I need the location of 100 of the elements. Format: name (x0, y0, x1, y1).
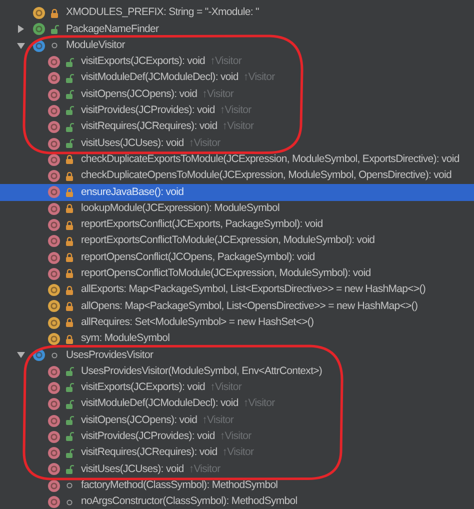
item-label: allOpens: Map<PackageSymbol, List<OpensDirective>> = new HashMap<>() (81, 298, 418, 314)
tree-item[interactable]: ModuleVisitor (0, 38, 474, 54)
item-label: visitModuleDef(JCModuleDecl): void (81, 396, 238, 412)
item-label: visitOpens(JCOpens): void (81, 86, 198, 102)
tree-item[interactable]: reportOpensConflict(JCOpens, PackageSymbol): void (0, 249, 474, 266)
unlocked-icon (66, 432, 74, 442)
item-label: visitExports(JCExports): void (81, 54, 206, 70)
unlocked-icon (66, 383, 74, 392)
unlocked-icon (66, 400, 74, 409)
item-label: UsesProvidesVisitor(ModuleSymbol, Env<AttrContext>) (81, 364, 322, 379)
lock-icon (66, 220, 73, 230)
lock-icon (66, 302, 73, 311)
method-icon (48, 186, 60, 198)
unlocked-icon (66, 74, 74, 83)
unlocked-icon (66, 106, 74, 116)
item-label: factoryMethod(ClassSymbol): MethodSymbol (81, 478, 278, 493)
item-label: visitUses(JCUses): void (81, 136, 184, 151)
lock-icon (66, 236, 73, 246)
field-icon (48, 333, 60, 346)
item-label: PackageNameFinder (66, 22, 159, 37)
method-icon (48, 138, 60, 150)
item-label: lookupModule(JCExpression): ModuleSymbol (81, 200, 280, 216)
item-label: allRequires: Set<ModuleSymbol> = new HashSet<>() (81, 314, 314, 330)
unlocked-icon (66, 464, 74, 474)
method-icon (48, 202, 60, 215)
method-icon (48, 252, 60, 264)
tree-item[interactable]: factoryMethod(ClassSymbol): MethodSymbol (0, 478, 474, 494)
unlocked-icon (50, 24, 58, 34)
method-icon (48, 398, 60, 410)
tree-item[interactable]: allExports: Map<PackageSymbol, List<ExportsDirective>> = new HashMap<>() (0, 282, 474, 298)
field-icon (48, 284, 60, 296)
item-label: visitRequires(JCRequires): void (81, 119, 218, 134)
item-label: visitProvides(JCProvides): void (81, 428, 215, 444)
dot-icon (51, 42, 58, 50)
tree-item[interactable]: sym: ModuleSymbol (0, 330, 474, 348)
tree-item[interactable]: checkDuplicateOpensToModule(JCExpression, ModuleSymbol, OpensDirective): void (0, 168, 474, 184)
interface-icon (33, 23, 45, 36)
class-icon (33, 349, 45, 362)
dot-icon (66, 482, 73, 490)
item-label: reportExportsConflictToModule(JCExpression, ModuleSymbol): void (81, 233, 375, 248)
lock-icon (66, 172, 73, 181)
dot-icon (51, 352, 58, 359)
unlocked-icon (66, 367, 74, 376)
method-icon (48, 104, 60, 117)
class-icon (33, 40, 45, 52)
method-icon (48, 154, 60, 166)
method-icon (48, 480, 60, 492)
item-label: visitUses(JCUses): void (81, 462, 184, 477)
tree-item[interactable]: allOpens: Map<PackageSymbol, List<OpensDirective>> = new HashMap<>() (0, 298, 474, 315)
method-icon (48, 496, 60, 508)
lock-icon (51, 8, 58, 18)
item-label: ModuleVisitor (66, 38, 125, 53)
lock-icon (66, 253, 73, 262)
tree-item[interactable]: noArgsConstructor(ClassSymbol): MethodSymbol (0, 494, 474, 509)
item-label: noArgsConstructor(ClassSymbol): MethodSymbol (81, 494, 298, 509)
lock-icon (66, 155, 73, 164)
tree-item[interactable]: UsesProvidesVisitor(ModuleSymbol, Env<AttrContext>) (0, 364, 474, 380)
lock-icon (66, 286, 73, 295)
method-icon (48, 72, 60, 84)
tree-item[interactable]: reportOpensConflictToModule(JCExpression, ModuleSymbol): void (0, 266, 474, 282)
expanded-arrow-icon[interactable] (17, 351, 25, 360)
method-icon (48, 414, 60, 427)
lock-icon (66, 334, 73, 344)
tree-item[interactable]: PackageNameFinder (0, 21, 474, 38)
collapsed-arrow-icon[interactable] (17, 25, 25, 34)
item-label: sym: ModuleSymbol (81, 331, 170, 346)
lock-icon (66, 204, 73, 214)
tree-item[interactable]: ensureJavaBase(): void (0, 184, 474, 201)
method-icon (48, 235, 60, 248)
method-icon (48, 366, 60, 378)
item-label: reportOpensConflictToModule(JCExpression, ModuleSymbol): void (81, 266, 371, 282)
expanded-arrow-icon[interactable] (17, 42, 25, 50)
item-label: visitModuleDef(JCModuleDecl): void (81, 70, 238, 86)
method-icon (48, 88, 60, 101)
tree-item[interactable]: XMODULES_PREFIX: String = "-Xmodule: " (0, 5, 474, 22)
tree-item[interactable]: allRequires: Set<ModuleSymbol> = new HashSet<>() (0, 314, 474, 331)
tree-item[interactable]: lookupModule(JCExpression): ModuleSymbol (0, 200, 474, 217)
item-label: ensureJavaBase(): void (81, 184, 184, 200)
item-label: allExports: Map<PackageSymbol, List<ExportsDirective>> = new HashMap<>() (81, 282, 426, 298)
tree-item[interactable]: UsesProvidesVisitor (0, 347, 474, 364)
lock-icon (66, 318, 73, 328)
dot-icon (66, 498, 73, 506)
tree-item[interactable]: checkDuplicateExportsToModule(JCExpression, ModuleSymbol, ExportsDirective): void (0, 152, 474, 168)
lock-icon (66, 188, 73, 197)
tree-item[interactable]: reportExportsConflict(JCExports, PackageSymbol): void (0, 216, 474, 234)
method-icon (48, 219, 60, 231)
field-icon (33, 7, 45, 20)
method-icon (48, 121, 60, 134)
method-icon (48, 56, 60, 68)
unlocked-icon (66, 122, 74, 132)
unlocked-icon (66, 58, 74, 67)
tree-item[interactable]: reportExportsConflictToModule(JCExpression, ModuleSymbol): void (0, 233, 474, 250)
unlocked-icon (66, 139, 74, 148)
item-label: reportOpensConflict(JCOpens, PackageSymbol): void (81, 250, 315, 265)
method-icon (48, 382, 60, 394)
item-label: visitExports(JCExports): void (81, 380, 206, 396)
method-icon (48, 170, 60, 182)
method-icon (48, 447, 60, 460)
unlocked-icon (66, 448, 74, 458)
item-label: visitOpens(JCOpens): void (81, 412, 198, 428)
